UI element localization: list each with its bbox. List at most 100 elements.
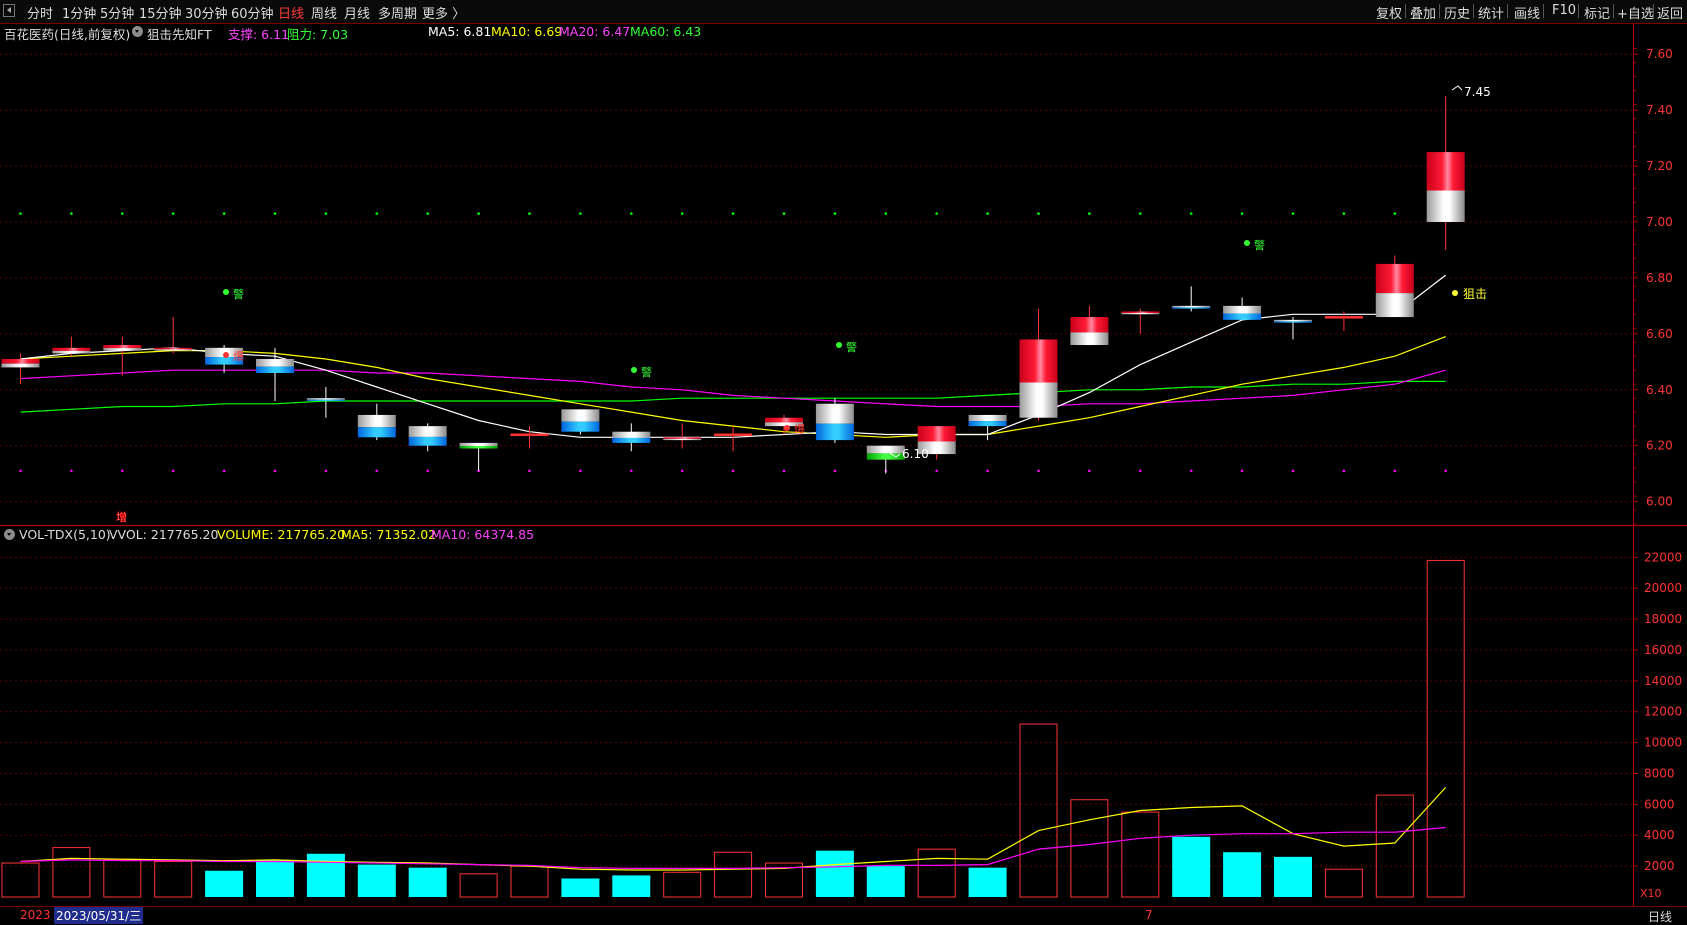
- cursor-date-label: 2023/05/31/三: [54, 907, 144, 924]
- candle-body-upper: [561, 409, 600, 422]
- volume-bars-layer[interactable]: [1, 559, 1465, 898]
- candles-layer[interactable]: [1, 96, 1465, 474]
- candle-body-upper: [1426, 152, 1465, 191]
- support-level-dot: [782, 469, 786, 473]
- candle-body-upper: [663, 437, 702, 439]
- support-level-dot: [1291, 469, 1295, 473]
- price-axis: 6.00 6.20 6.40 6.60 6.80 7.00 7.20 7.40 7.60: [1633, 47, 1673, 525]
- candle-body-upper: [1375, 263, 1414, 294]
- candle-body-upper: [1, 359, 40, 364]
- support-level-dot: [222, 469, 226, 473]
- candle: [1426, 96, 1465, 250]
- candle: [1121, 308, 1160, 334]
- candle-body: [714, 433, 753, 437]
- price-tick-label: 7.00: [1646, 215, 1673, 229]
- support-level-dot: [171, 469, 175, 473]
- candle-body-upper: [357, 414, 396, 428]
- high-pointer: [1451, 85, 1463, 91]
- candle-body-upper: [408, 426, 447, 437]
- candle-body-upper: [612, 431, 651, 438]
- signal-dot: [223, 289, 229, 295]
- support-level-dot: [680, 469, 684, 473]
- signal-dot: [836, 342, 842, 348]
- resistance-level-dot: [579, 212, 582, 215]
- support-level-dot: [1444, 469, 1447, 473]
- resistance-level-dot: [1189, 212, 1193, 215]
- volume-bar: [561, 878, 600, 897]
- volume-tick-label: 14000: [1644, 674, 1682, 688]
- volume-bar: [1, 862, 40, 898]
- support-level-dot: [1037, 469, 1040, 473]
- volume-tick-label: 20000: [1644, 581, 1682, 595]
- candle-body-upper: [815, 403, 854, 424]
- candle: [408, 423, 447, 452]
- candle-body-lower: [968, 421, 1007, 427]
- volume-tick-label: 12000: [1644, 705, 1682, 719]
- volume-bar: [510, 865, 549, 898]
- candle-body-lower: [103, 348, 142, 351]
- price-tick-label: 7.40: [1646, 103, 1673, 117]
- period-mode-label[interactable]: 日线: [1648, 908, 1672, 925]
- candle-body-lower: [306, 399, 345, 401]
- price-tick-label: 6.20: [1646, 439, 1673, 453]
- candle: [612, 423, 651, 452]
- candle-body-lower: [1, 363, 40, 368]
- candle-body-lower: [1274, 321, 1312, 323]
- support-level-dot: [630, 469, 633, 473]
- year-label: 2023: [20, 908, 51, 922]
- signal-dot: [1452, 290, 1458, 296]
- candle-body-upper: [459, 442, 498, 446]
- resistance-level-dot: [70, 212, 73, 215]
- candle: [510, 426, 549, 449]
- resistance-level-dot: [1393, 212, 1397, 215]
- candle: [154, 317, 193, 354]
- candle-body-lower: [52, 350, 91, 354]
- volume-bar: [1019, 723, 1058, 898]
- candle-body-lower: [1121, 313, 1160, 315]
- volume-multiplier: X10: [1640, 887, 1662, 900]
- candle-body-upper: [968, 414, 1007, 422]
- warn-label-3: 警: [846, 340, 857, 354]
- resistance-level-dot: [324, 212, 328, 215]
- volume-bar: [408, 867, 447, 897]
- price-tick-label: 6.00: [1646, 495, 1673, 509]
- volume-tick-label: 10000: [1644, 736, 1682, 750]
- support-level-dot: [528, 469, 531, 473]
- candle-body: [510, 433, 549, 437]
- candle: [561, 409, 600, 435]
- month-tick-label: 7: [1145, 908, 1153, 922]
- candle-body-lower: [256, 366, 294, 373]
- resistance-level-dot: [986, 212, 989, 215]
- resistance-level-dot: [171, 212, 175, 215]
- warn-label-2: 警: [641, 365, 652, 379]
- candle-body-lower: [357, 427, 396, 438]
- candle: [459, 442, 498, 471]
- candle: [866, 445, 905, 474]
- candle-body-upper: [765, 417, 803, 423]
- volume-tick-label: 16000: [1644, 643, 1682, 657]
- volume-bar: [154, 860, 193, 898]
- candle-body-upper: [1019, 339, 1058, 383]
- volume-bar: [357, 864, 396, 897]
- candle-body-upper: [1121, 311, 1160, 314]
- candle: [1223, 297, 1262, 320]
- support-level-dot: [1240, 469, 1244, 473]
- support-level-dot: [1139, 469, 1142, 473]
- resistance-level-dot: [1139, 212, 1142, 215]
- candle-body-lower: [459, 445, 498, 449]
- price-tick-label: 6.40: [1646, 383, 1673, 397]
- candle-body-lower: [1070, 332, 1109, 346]
- candle-body-upper: [917, 426, 956, 442]
- resistance-level-dot: [833, 212, 837, 215]
- candle: [357, 403, 396, 441]
- kline-chart[interactable]: 6.00 6.20 6.40 6.60 6.80 7.00 7.20 7.40 7.60 200…: [0, 0, 1687, 922]
- support-level-dot: [375, 469, 379, 473]
- resistance-level-dot: [477, 212, 480, 215]
- candle-body-upper: [866, 445, 905, 454]
- volume-bar: [1172, 836, 1211, 897]
- support-level-dot: [579, 469, 582, 473]
- volume-tick-label: 8000: [1644, 766, 1675, 780]
- candle-body-lower: [1375, 293, 1414, 318]
- candle-body-upper: [1223, 305, 1262, 314]
- candle: [1274, 317, 1312, 340]
